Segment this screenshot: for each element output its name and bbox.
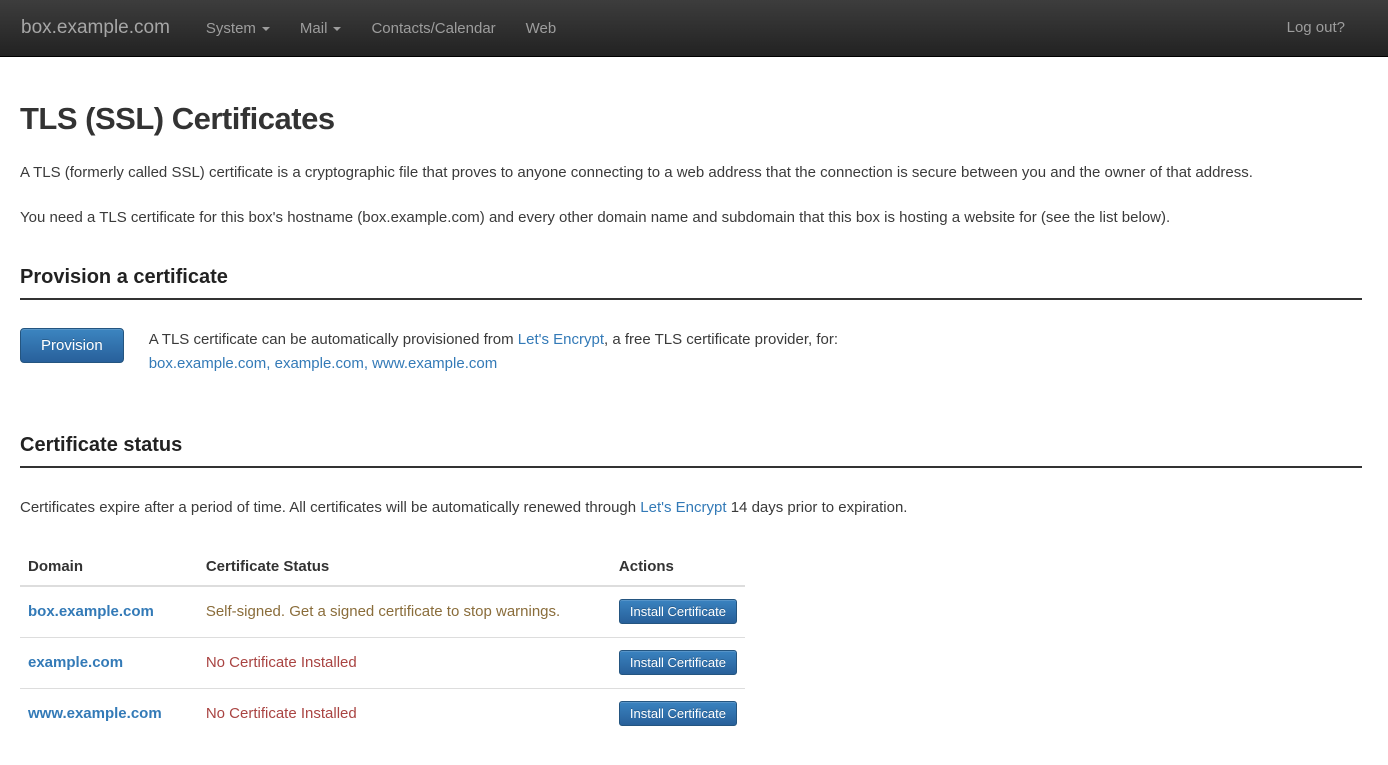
nav-item-label: Web xyxy=(526,20,557,37)
lets-encrypt-link[interactable]: Let's Encrypt xyxy=(518,331,604,348)
provision-button[interactable]: Provision xyxy=(20,328,124,363)
top-navbar: box.example.com System Mail Contacts/Calen… xyxy=(0,0,1388,57)
provision-heading: Provision a certificate xyxy=(20,266,1362,300)
table-row: www.example.com No Certificate Installed I… xyxy=(20,689,745,740)
nav-item-web[interactable]: Web xyxy=(511,2,572,55)
chevron-down-icon xyxy=(333,27,341,31)
column-header-certificate-status: Certificate Status xyxy=(198,550,611,586)
certificate-status-text: Self-signed. Get a signed certificate to… xyxy=(206,603,560,620)
logout-link[interactable]: Log out? xyxy=(1272,1,1360,54)
status-description: Certificates expire after a period of ti… xyxy=(20,496,1362,520)
brand-link[interactable]: box.example.com xyxy=(21,17,170,39)
table-row: box.example.com Self-signed. Get a signed… xyxy=(20,586,745,638)
chevron-down-icon xyxy=(262,27,270,31)
page-title: TLS (SSL) Certificates xyxy=(20,101,1362,137)
table-row: example.com No Certificate Installed Insta… xyxy=(20,638,745,689)
table-header-row: Domain Certificate Status Actions xyxy=(20,550,745,586)
certificate-table-body: box.example.com Self-signed. Get a signed… xyxy=(20,586,745,739)
nav-menu: System Mail Contacts/Calendar Web xyxy=(191,2,571,55)
domain-link[interactable]: example.com xyxy=(28,654,123,671)
main-content: TLS (SSL) Certificates A TLS (formerly c… xyxy=(0,101,1388,739)
certificate-status-heading: Certificate status xyxy=(20,434,1362,468)
install-certificate-button[interactable]: Install Certificate xyxy=(619,650,737,675)
provision-domain-link[interactable]: www.example.com xyxy=(372,355,497,372)
intro-paragraph-1: A TLS (formerly called SSL) certificate … xyxy=(20,161,1362,185)
provision-description: A TLS certificate can be automatically p… xyxy=(149,328,838,376)
intro-paragraph-2: You need a TLS certificate for this box'… xyxy=(20,206,1362,230)
provision-text-after: , a free TLS certificate provider, for: xyxy=(604,331,838,348)
column-header-actions: Actions xyxy=(611,550,745,586)
install-certificate-button[interactable]: Install Certificate xyxy=(619,599,737,624)
provision-text-before: A TLS certificate can be automatically p… xyxy=(149,331,518,348)
domain-link[interactable]: box.example.com xyxy=(28,603,154,620)
nav-item-label: System xyxy=(206,20,256,37)
provision-domain-link[interactable]: example.com xyxy=(275,355,364,372)
provision-domain-link[interactable]: box.example.com xyxy=(149,355,267,372)
column-header-domain: Domain xyxy=(20,550,198,586)
nav-item-mail[interactable]: Mail xyxy=(285,2,357,55)
certificate-status-section: Certificate status Certificates expire a… xyxy=(20,434,1362,739)
nav-item-contacts-calendar[interactable]: Contacts/Calendar xyxy=(356,2,510,55)
install-certificate-button[interactable]: Install Certificate xyxy=(619,701,737,726)
nav-item-system[interactable]: System xyxy=(191,2,285,55)
certificate-table: Domain Certificate Status Actions box.ex… xyxy=(20,550,745,739)
certificate-status-text: No Certificate Installed xyxy=(206,654,357,671)
certificate-status-text: No Certificate Installed xyxy=(206,705,357,722)
lets-encrypt-link[interactable]: Let's Encrypt xyxy=(640,499,726,516)
provision-domain-list: box.example.com, example.com, www.exampl… xyxy=(149,352,838,376)
status-text-after: 14 days prior to expiration. xyxy=(727,499,908,516)
domain-link[interactable]: www.example.com xyxy=(28,705,162,722)
provision-section: Provision a certificate Provision A TLS … xyxy=(20,266,1362,376)
nav-item-label: Mail xyxy=(300,20,328,37)
nav-item-label: Contacts/Calendar xyxy=(371,20,495,37)
status-text-before: Certificates expire after a period of ti… xyxy=(20,499,640,516)
